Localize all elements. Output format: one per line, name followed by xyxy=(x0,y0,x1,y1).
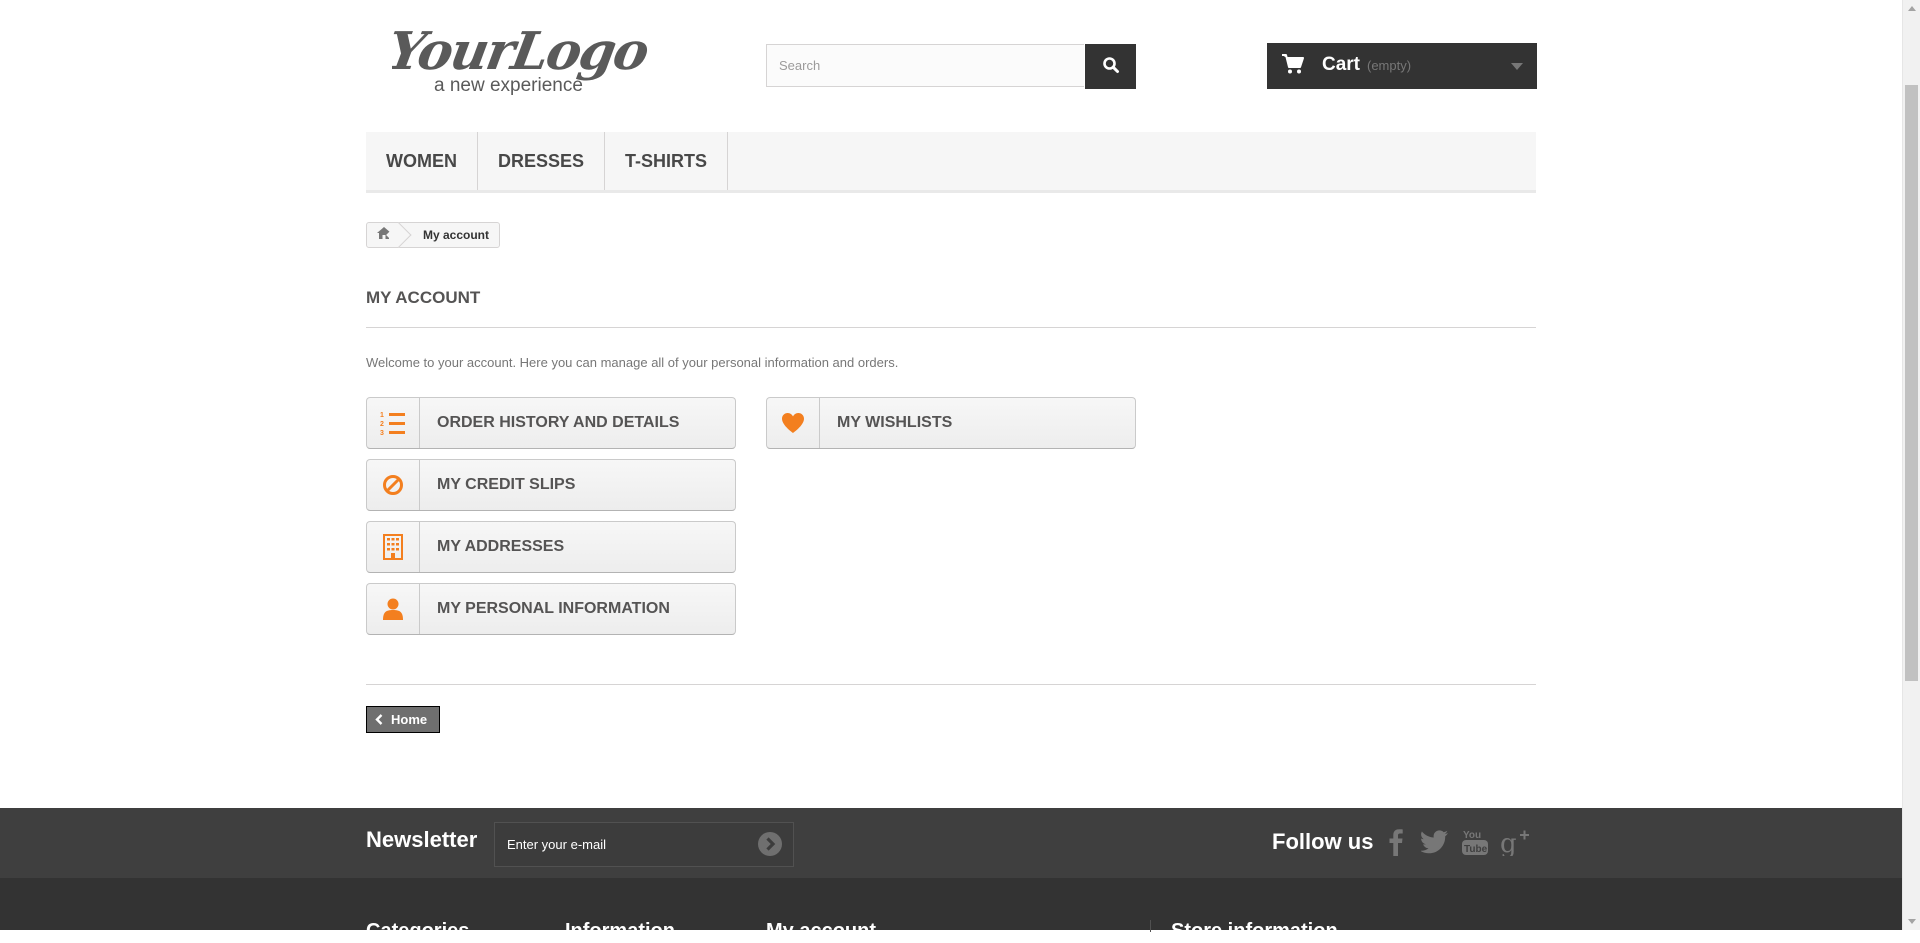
svg-text:2: 2 xyxy=(380,421,384,428)
shopping-cart-icon xyxy=(1281,53,1305,80)
site-logo[interactable]: YourLogo a new experience xyxy=(383,17,672,97)
order-history-label: Order history and details xyxy=(437,414,680,431)
addresses-label: My addresses xyxy=(437,538,565,555)
scroll-up-arrow-icon[interactable] xyxy=(1903,0,1920,17)
logo-text: YourLogo xyxy=(392,21,653,82)
user-icon xyxy=(367,584,420,634)
svg-text:g: g xyxy=(1500,829,1517,856)
credit-slips-button[interactable]: My credit slips xyxy=(366,459,736,511)
addresses-button[interactable]: My addresses xyxy=(366,521,736,573)
footer-bottom xyxy=(0,878,1903,930)
breadcrumb-home-link[interactable] xyxy=(367,223,401,247)
home-icon xyxy=(377,226,391,244)
menu-item-women[interactable]: Women xyxy=(366,132,478,190)
search-button[interactable] xyxy=(1085,44,1136,89)
page-scrollbar[interactable] xyxy=(1902,0,1920,930)
search-input[interactable] xyxy=(766,44,1084,87)
logo-tagline: a new experience xyxy=(434,75,583,96)
menu-item-tshirts[interactable]: T-shirts xyxy=(605,132,729,190)
personal-information-button[interactable]: My personal information xyxy=(366,583,736,635)
svg-text:3: 3 xyxy=(380,430,384,435)
newsletter-submit-button[interactable] xyxy=(757,831,783,857)
back-home-button[interactable]: Home xyxy=(366,706,440,733)
building-icon xyxy=(367,522,420,572)
svg-text:1: 1 xyxy=(380,412,384,419)
wishlists-button[interactable]: My wishlists xyxy=(766,397,1136,449)
menu-item-dresses[interactable]: Dresses xyxy=(478,132,606,190)
cart-status: (empty) xyxy=(1367,58,1412,73)
account-intro-text: Welcome to your account. Here you can ma… xyxy=(366,355,899,370)
breadcrumb: My account xyxy=(366,222,501,248)
wishlists-label: My wishlists xyxy=(837,414,953,431)
svg-text:You: You xyxy=(1463,830,1481,841)
cart-button[interactable]: Cart (empty) xyxy=(1267,43,1537,89)
page-title: My account xyxy=(366,288,1536,328)
back-home-label: Home xyxy=(391,712,428,727)
google-plus-icon: g xyxy=(1500,828,1530,861)
search-form xyxy=(766,44,1136,89)
scrollbar-thumb[interactable] xyxy=(1905,85,1918,681)
arrow-circle-right-icon xyxy=(757,832,783,861)
newsletter-email-input[interactable] xyxy=(494,822,794,867)
facebook-icon xyxy=(1389,828,1403,861)
footer-heading-information: Information xyxy=(565,920,675,942)
svg-text:Tube: Tube xyxy=(1464,844,1488,855)
footer-heading-store-information: Store information xyxy=(1171,920,1338,942)
twitter-link[interactable] xyxy=(1420,828,1450,860)
credit-slips-label: My credit slips xyxy=(437,476,576,493)
follow-us-title: Follow us xyxy=(1272,829,1374,854)
newsletter-bar xyxy=(0,808,1903,878)
twitter-icon xyxy=(1420,829,1449,859)
search-icon xyxy=(1102,57,1120,77)
top-menu: Women Dresses T-shirts xyxy=(366,132,1536,193)
ban-icon xyxy=(367,460,420,510)
google-plus-link[interactable]: g xyxy=(1500,828,1530,860)
facebook-link[interactable] xyxy=(1381,828,1411,860)
order-history-button[interactable]: 1 2 3 Order history and details xyxy=(366,397,736,449)
chevron-down-icon xyxy=(1511,63,1523,70)
youtube-icon: You Tube xyxy=(1462,827,1488,862)
heart-icon xyxy=(767,398,820,448)
cart-label: Cart xyxy=(1322,54,1361,75)
breadcrumb-current: My account xyxy=(423,228,490,242)
newsletter-title: Newsletter xyxy=(366,827,478,852)
footer-heading-my-account: My account xyxy=(766,920,877,942)
youtube-link[interactable]: You Tube xyxy=(1460,828,1490,860)
chevron-left-icon xyxy=(375,714,383,725)
personal-information-label: My personal information xyxy=(437,600,670,617)
content-divider xyxy=(366,684,1536,685)
numbered-list-icon: 1 2 3 xyxy=(367,398,420,448)
footer-heading-categories: Categories xyxy=(366,920,470,942)
footer-column-separator xyxy=(1150,920,1151,932)
scroll-down-arrow-icon[interactable] xyxy=(1903,913,1920,930)
